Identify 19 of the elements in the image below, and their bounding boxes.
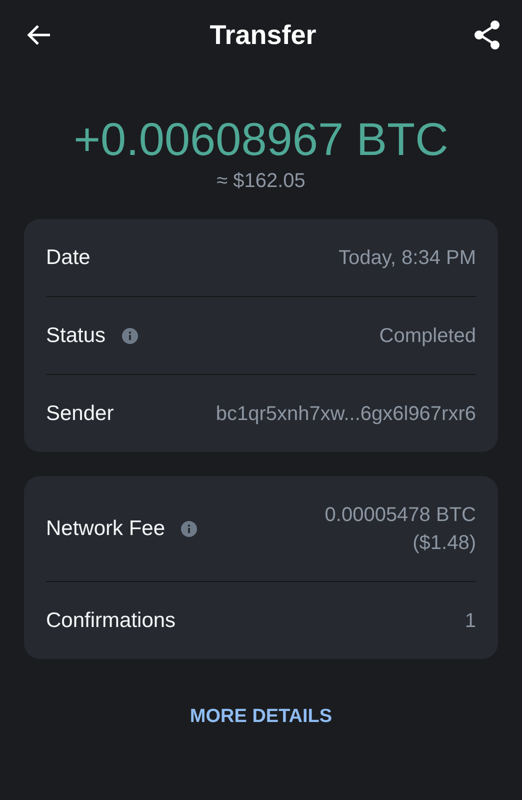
row-label: Confirmations [46,608,176,632]
share-icon [473,20,501,50]
row-value: 0.00005478 BTC ($1.48) [324,502,476,556]
row-value: Completed [379,324,476,348]
row-label: Network Fee [46,516,166,540]
row-value: Today, 8:34 PM [338,246,476,270]
row-label: Date [46,246,90,270]
row-value: bc1qr5xnh7xw...6gx6l967rxr6 [216,402,476,426]
share-button[interactable] [472,20,502,50]
screen-title: Transfer [210,20,316,50]
more-details-button[interactable]: MORE DETAILS [184,705,338,729]
row-label: Status [46,324,106,348]
row-value: 1 [464,608,476,634]
info-icon[interactable] [122,328,138,344]
info-icon[interactable] [181,520,198,536]
row-label: Sender [46,402,114,426]
fiat-amount: ≈ $162.05 [216,170,306,193]
back-arrow-icon [26,24,52,46]
amount-text: +0.00608967 BTC [72,112,450,166]
